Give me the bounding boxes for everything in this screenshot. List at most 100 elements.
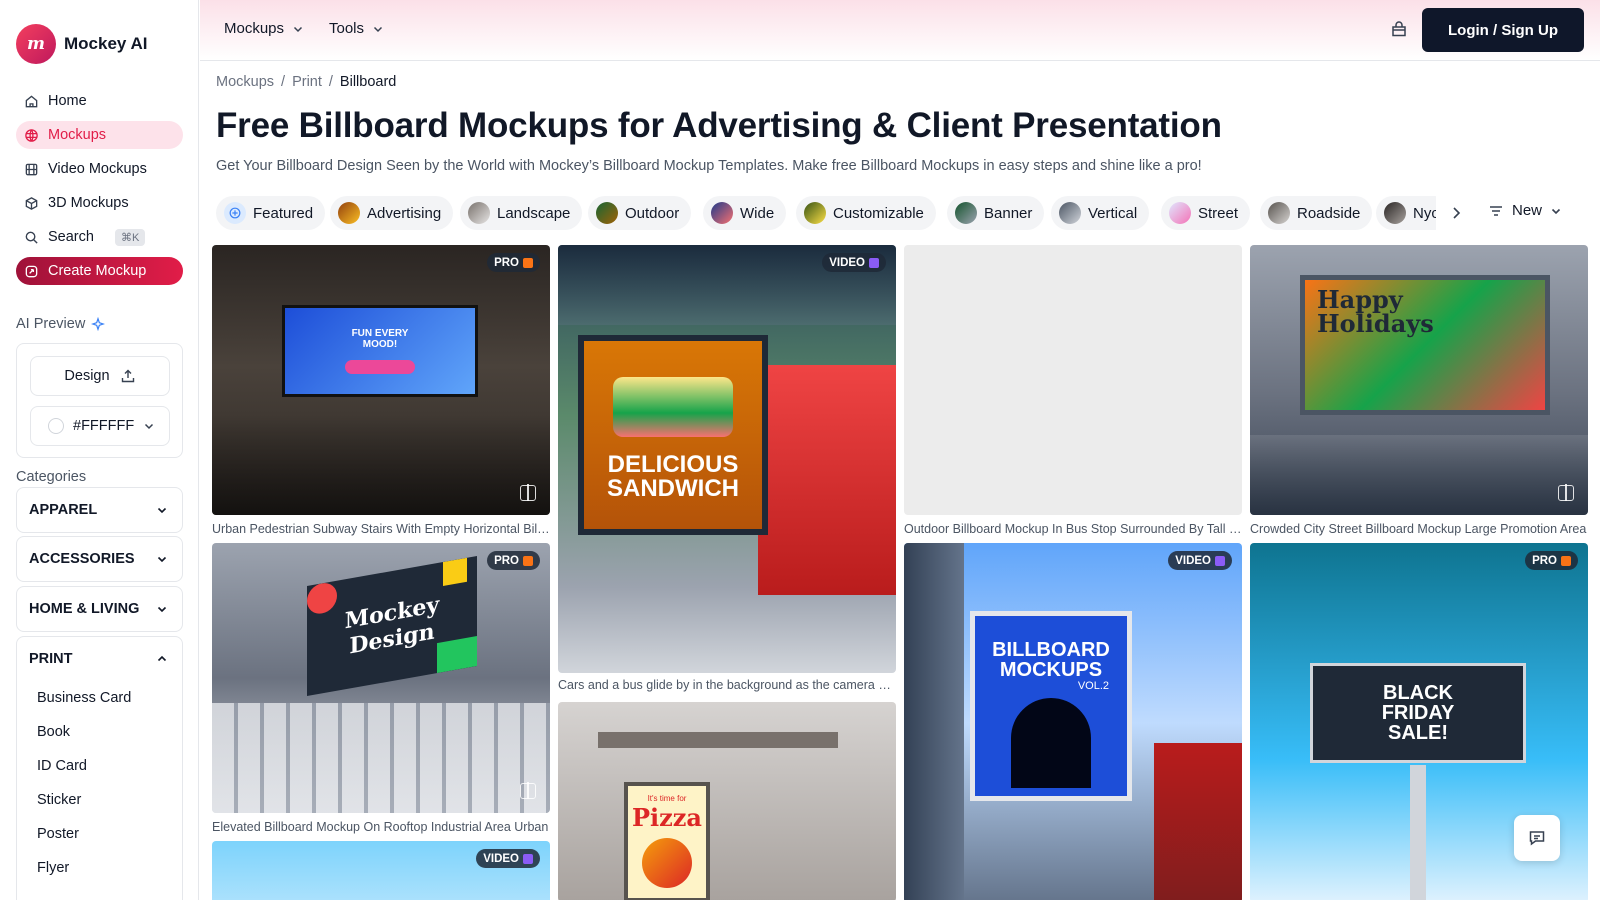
category-header[interactable]: PRINT [17, 637, 182, 681]
mockup-card[interactable]: Mockey Design PRO Elevated Billboard Moc… [212, 543, 550, 834]
mockup-card[interactable]: Happy Holidays Crowded City Street Billb… [1250, 245, 1588, 536]
globe-icon [25, 128, 38, 142]
mockup-image[interactable]: FUN EVERY MOOD! PRO [212, 245, 550, 515]
video-badge: VIDEO [822, 253, 886, 272]
mockup-image-loading[interactable] [904, 245, 1242, 515]
logo[interactable]: m Mockey AI [16, 24, 147, 64]
chip-label: Street [1198, 204, 1239, 222]
chip-wide[interactable]: Wide [703, 196, 787, 230]
ai-preview-text: AI Preview [16, 316, 86, 332]
billboard-text: MOCKUPS [999, 659, 1103, 681]
subcategory-sticker[interactable]: Sticker [17, 783, 182, 817]
chip-landscape[interactable]: Landscape [460, 196, 583, 230]
chip-advertising[interactable]: Advertising [330, 196, 454, 230]
main-nav: Home Mockups Video Mockups 3D Mockups Se… [16, 87, 183, 291]
background-color-select[interactable]: #FFFFFF [30, 406, 170, 446]
shopping-bag-icon[interactable] [1390, 20, 1408, 38]
silhouette [1011, 698, 1091, 788]
mockup-image[interactable]: It's time for Pizza [558, 702, 896, 900]
subcategory-business-card[interactable]: Business Card [17, 681, 182, 715]
featured-icon [224, 202, 246, 224]
upload-design-button[interactable]: Design [30, 356, 170, 396]
chip-label: Landscape [497, 204, 571, 222]
category-header[interactable]: ACCESSORIES [17, 537, 182, 581]
chip-customizable[interactable]: Customizable [796, 196, 936, 230]
category-accessories[interactable]: ACCESSORIES [16, 536, 183, 582]
nav-mockups[interactable]: Mockups [16, 121, 183, 149]
compare-icon[interactable] [520, 782, 536, 799]
compare-icon[interactable] [1558, 484, 1574, 501]
chevron-right-icon[interactable] [1447, 204, 1465, 222]
category-print[interactable]: PRINT Business Card Book ID Card Sticker… [16, 636, 183, 900]
create-mockup-button[interactable]: Create Mockup [16, 257, 183, 285]
chip-street[interactable]: Street [1161, 196, 1251, 230]
pro-dot [523, 257, 533, 268]
category-header[interactable]: APPAREL [17, 488, 182, 532]
category-label: APPAREL [29, 502, 98, 518]
categories-heading: Categories [16, 469, 87, 485]
badge-label: PRO [1532, 554, 1557, 567]
category-home-living[interactable]: HOME & LIVING [16, 586, 183, 632]
billboard-text: FUN EVERY [351, 328, 409, 339]
mockup-card[interactable]: FUN EVERY MOOD! PRO Urban Pedestrian Sub… [212, 245, 550, 536]
upload-icon [121, 369, 134, 383]
menu-mockups[interactable]: Mockups [224, 20, 304, 37]
nav-label: Video Mockups [48, 161, 147, 177]
video-badge: VIDEO [476, 849, 540, 868]
menu-label: Mockups [224, 20, 285, 37]
chip-vertical[interactable]: Vertical [1051, 196, 1150, 230]
mockup-image[interactable]: VIDEO [212, 841, 550, 900]
nav-home[interactable]: Home [16, 87, 183, 115]
mockup-card[interactable]: DELICIOUS SANDWICH VIDEO Cars and a bus … [558, 245, 896, 695]
billboard-text: SALE! [1388, 722, 1448, 744]
mockup-image[interactable]: BILLBOARD MOCKUPS VOL.2 VIDEO [904, 543, 1242, 900]
mockup-card[interactable]: BILLBOARD MOCKUPS VOL.2 VIDEO [904, 543, 1242, 900]
billboard-ribbon [345, 360, 415, 374]
chip-banner[interactable]: Banner [947, 196, 1045, 230]
compare-icon[interactable] [520, 484, 536, 501]
breadcrumb-print[interactable]: Print [292, 74, 322, 90]
badge-label: PRO [494, 554, 519, 567]
nav-video-mockups[interactable]: Video Mockups [16, 155, 183, 183]
sparkle-icon [91, 317, 106, 331]
chip-featured[interactable]: Featured [216, 196, 326, 230]
shape [437, 636, 477, 674]
ai-preview-label: AI Preview [16, 316, 106, 332]
billboard-text: Holidays [1317, 309, 1434, 338]
subcategory-book[interactable]: Book [17, 715, 182, 749]
mockup-card[interactable]: Outdoor Billboard Mockup In Bus Stop Sur… [904, 245, 1242, 536]
home-icon [25, 94, 38, 107]
chat-icon [1529, 831, 1545, 846]
breadcrumb-separator: / [328, 74, 333, 90]
rooftop-units [212, 703, 550, 813]
login-signup-button[interactable]: Login / Sign Up [1422, 8, 1584, 52]
mockup-image[interactable]: DELICIOUS SANDWICH VIDEO [558, 245, 896, 673]
nav-label: Mockups [48, 127, 107, 143]
category-header[interactable]: HOME & LIVING [17, 587, 182, 631]
billboard-text: It's time for [647, 794, 687, 803]
billboard-art: It's time for Pizza [624, 782, 710, 900]
chip-nyc[interactable]: Nyc [1376, 196, 1436, 230]
stairs-shadow [212, 415, 550, 515]
breadcrumb-mockups[interactable]: Mockups [216, 74, 274, 90]
subcategory-poster[interactable]: Poster [17, 817, 182, 851]
chip-roadside[interactable]: Roadside [1260, 196, 1373, 230]
mockup-image[interactable]: Mockey Design PRO [212, 543, 550, 813]
subcategory-id-card[interactable]: ID Card [17, 749, 182, 783]
menu-tools[interactable]: Tools [329, 20, 384, 37]
nav-search[interactable]: Search ⌘K [16, 223, 183, 251]
billboard-text: SANDWICH [607, 475, 739, 502]
chevron-down-icon [374, 26, 383, 32]
sort-dropdown[interactable]: New [1488, 202, 1562, 219]
nav-3d-mockups[interactable]: 3D Mockups [16, 189, 183, 217]
mockup-card[interactable]: VIDEO [212, 841, 550, 900]
crowd-blur [1250, 435, 1588, 515]
chip-outdoor[interactable]: Outdoor [588, 196, 692, 230]
feedback-button[interactable] [1514, 815, 1560, 861]
category-apparel[interactable]: APPAREL [16, 487, 183, 533]
search-icon [25, 231, 38, 244]
mockup-card[interactable]: It's time for Pizza [558, 702, 896, 900]
breadcrumb-separator: / [281, 74, 286, 90]
subcategory-flyer[interactable]: Flyer [17, 851, 182, 885]
mockup-image[interactable]: Happy Holidays [1250, 245, 1588, 515]
